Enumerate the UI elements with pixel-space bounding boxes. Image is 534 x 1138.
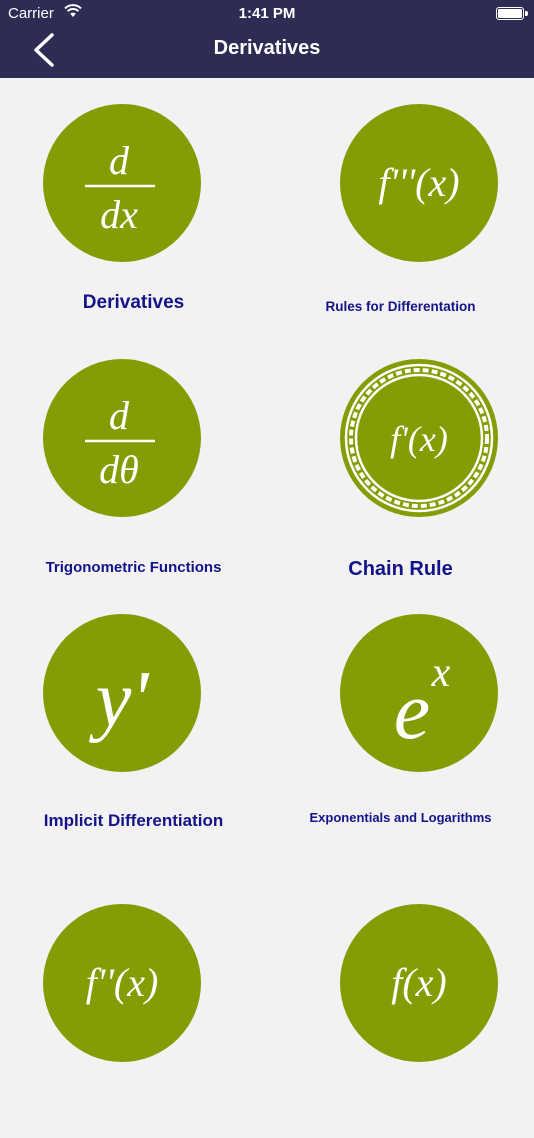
topic-derivatives[interactable]: d dx Derivatives xyxy=(0,78,267,338)
topic-label: Trigonometric Functions xyxy=(45,559,222,576)
battery-icon xyxy=(496,7,528,20)
topic-exponentials-and-logarithms[interactable]: e x Exponentials and Logarithms xyxy=(267,588,534,848)
navigation-bar: Carrier 1:41 PM Derivatives xyxy=(0,0,534,78)
y-prime-icon: y' xyxy=(43,614,201,772)
icon-base: e xyxy=(394,665,430,756)
icon-text: f'''(x) xyxy=(378,160,459,205)
topic-grid: d dx Derivatives f'''(x) Rules for Diffe… xyxy=(0,78,534,1062)
icon-numerator: d xyxy=(109,138,130,183)
icon-denominator: dθ xyxy=(99,447,139,492)
topic-chain-rule[interactable]: f'(x) Chain Rule xyxy=(267,333,534,593)
topic-row4-left[interactable]: f''(x) xyxy=(0,878,267,1138)
icon-text: f''(x) xyxy=(86,960,159,1005)
topic-label: Rules for Differentation xyxy=(325,299,476,314)
icon-text: f(x) xyxy=(391,960,447,1005)
status-bar: Carrier 1:41 PM xyxy=(0,0,534,30)
topic-implicit-differentiation[interactable]: y' Implicit Differentiation xyxy=(0,588,267,848)
page-title: Derivatives xyxy=(213,37,321,59)
icon-text: y' xyxy=(89,656,151,744)
derivative-dtheta-icon: d dθ xyxy=(43,359,201,517)
topic-label: Implicit Differentiation xyxy=(43,811,224,830)
chain-function-icon: f'(x) xyxy=(340,359,498,517)
derivative-dx-icon: d dx xyxy=(43,104,201,262)
topic-label: Chain Rule xyxy=(348,558,453,580)
topic-row4-right[interactable]: f(x) xyxy=(267,878,534,1138)
clock: 1:41 PM xyxy=(238,5,296,22)
triple-prime-function-icon: f'''(x) xyxy=(340,104,498,262)
function-icon: f(x) xyxy=(340,904,498,1062)
exponential-icon: e x xyxy=(340,614,498,772)
topic-label: Exponentials and Logarithms xyxy=(309,810,492,825)
topic-trigonometric-functions[interactable]: d dθ Trigonometric Functions xyxy=(0,333,267,593)
icon-numerator: d xyxy=(109,393,130,438)
icon-denominator: dx xyxy=(100,192,138,237)
topic-label: Derivatives xyxy=(82,292,185,313)
topic-rules-for-differentation[interactable]: f'''(x) Rules for Differentation xyxy=(267,78,534,338)
double-prime-function-icon: f''(x) xyxy=(43,904,201,1062)
icon-text: f'(x) xyxy=(390,419,448,459)
icon-exponent: x xyxy=(431,650,451,696)
